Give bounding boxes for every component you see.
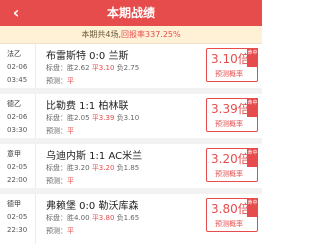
match-meta: 法乙 02-06 03:45 xyxy=(0,44,36,88)
odds-card: 3.10倍 预测概率 命中 xyxy=(206,48,258,82)
prediction-label: 预测： xyxy=(46,227,67,235)
hit-badge: 命中 xyxy=(247,148,258,167)
odds-line: 标盘：胜4.00 平3.80 负1.65 xyxy=(46,213,139,223)
prediction-line: 预测：平 xyxy=(46,126,74,136)
match-info: 比勒费 1:1 柏林联 标盘：胜2.05 平3.39 负3.10 预测：平 xyxy=(46,94,196,138)
match-info: 布雷斯特 0:0 兰斯 标盘：胜2.62 平3.10 负2.75 预测：平 xyxy=(46,44,196,88)
odds-line: 标盘：胜2.05 平3.39 负3.10 xyxy=(46,113,139,123)
odds-prefix: 标盘：胜4.00 xyxy=(46,214,92,222)
odds-suffix: 负1.85 xyxy=(114,164,140,172)
match-meta: 德甲 02-05 22:30 xyxy=(0,194,36,244)
odds-suffix: 负2.75 xyxy=(114,64,140,72)
card-label: 预测概率 xyxy=(215,170,243,178)
match-date: 02-05 xyxy=(7,213,28,221)
prediction-line: 预测：平 xyxy=(46,176,74,186)
league-label: 意甲 xyxy=(7,150,21,158)
odds-hit: 平3.39 xyxy=(91,114,115,122)
league-label: 法乙 xyxy=(7,50,21,58)
summary-banner: 本期共4场,回报率337.25% xyxy=(0,26,262,44)
odds-suffix: 负3.10 xyxy=(114,114,140,122)
match-time: 03:30 xyxy=(7,126,28,134)
odds-line: 标盘：胜2.62 平3.10 负2.75 xyxy=(46,63,139,73)
match-list: 法乙 02-06 03:45 布雷斯特 0:0 兰斯 标盘：胜2.62 平3.1… xyxy=(0,44,262,244)
odds-suffix: 负1.65 xyxy=(114,214,140,222)
prediction-value: 平 xyxy=(67,227,74,235)
odds-hit: 平3.10 xyxy=(91,64,115,72)
card-label: 预测概率 xyxy=(215,120,243,128)
prediction-line: 预测：平 xyxy=(46,76,74,86)
odds-line: 标盘：胜3.20 平3.20 负1.85 xyxy=(46,163,139,173)
prediction-label: 预测： xyxy=(46,177,67,185)
odds-prefix: 标盘：胜2.05 xyxy=(46,114,92,122)
match-row[interactable]: 德乙 02-06 03:30 比勒费 1:1 柏林联 标盘：胜2.05 平3.3… xyxy=(0,94,262,144)
header-bar: ‹ 本期战绩 xyxy=(0,0,262,26)
odds-prefix: 标盘：胜2.62 xyxy=(46,64,92,72)
match-info: 乌迪内斯 1:1 AC米兰 标盘：胜3.20 平3.20 负1.85 预测：平 xyxy=(46,144,196,188)
prediction-label: 预测： xyxy=(46,127,67,135)
match-info: 弗赖堡 0:0 勒沃库森 标盘：胜4.00 平3.80 负1.65 预测：平 xyxy=(46,194,196,244)
match-meta: 意甲 02-05 22:00 xyxy=(0,144,36,188)
hit-badge: 命中 xyxy=(247,98,258,117)
teams-score: 弗赖堡 0:0 勒沃库森 xyxy=(46,201,139,212)
card-odds: 3.39倍 xyxy=(211,102,250,116)
match-row[interactable]: 德甲 02-05 22:30 弗赖堡 0:0 勒沃库森 标盘：胜4.00 平3.… xyxy=(0,194,262,244)
hit-badge: 命中 xyxy=(247,198,258,217)
odds-prefix: 标盘：胜3.20 xyxy=(46,164,92,172)
odds-card: 3.20倍 预测概率 命中 xyxy=(206,148,258,182)
match-date: 02-05 xyxy=(7,163,28,171)
match-row[interactable]: 意甲 02-05 22:00 乌迪内斯 1:1 AC米兰 标盘：胜3.20 平3… xyxy=(0,144,262,194)
odds-card: 3.39倍 预测概率 命中 xyxy=(206,98,258,132)
page-title: 本期战绩 xyxy=(106,6,155,20)
back-chevron-icon[interactable]: ‹ xyxy=(6,0,26,26)
hit-badge: 命中 xyxy=(247,48,258,67)
card-odds: 3.10倍 xyxy=(211,52,250,66)
match-time: 22:00 xyxy=(7,176,28,184)
odds-card: 3.80倍 预测概率 命中 xyxy=(206,198,258,232)
match-row[interactable]: 法乙 02-06 03:45 布雷斯特 0:0 兰斯 标盘：胜2.62 平3.1… xyxy=(0,44,262,94)
card-label: 预测概率 xyxy=(215,70,243,78)
prediction-value: 平 xyxy=(67,127,74,135)
teams-score: 乌迪内斯 1:1 AC米兰 xyxy=(46,151,143,162)
odds-hit: 平3.80 xyxy=(91,214,115,222)
match-meta: 德乙 02-06 03:30 xyxy=(0,94,36,138)
odds-hit: 平3.20 xyxy=(91,164,115,172)
prediction-label: 预测： xyxy=(46,77,67,85)
league-label: 德乙 xyxy=(7,100,21,108)
prediction-line: 预测：平 xyxy=(46,226,74,236)
summary-prefix: 本期共4场, xyxy=(81,30,122,39)
league-label: 德甲 xyxy=(7,200,21,208)
match-time: 22:30 xyxy=(7,226,28,234)
match-date: 02-06 xyxy=(7,113,28,121)
prediction-value: 平 xyxy=(67,77,74,85)
card-odds: 3.20倍 xyxy=(211,152,250,166)
match-time: 03:45 xyxy=(7,76,28,84)
prediction-value: 平 xyxy=(67,177,74,185)
summary-highlight: 回报率337.25% xyxy=(121,30,181,39)
match-date: 02-06 xyxy=(7,63,28,71)
teams-score: 布雷斯特 0:0 兰斯 xyxy=(46,51,129,62)
teams-score: 比勒费 1:1 柏林联 xyxy=(46,101,129,112)
card-label: 预测概率 xyxy=(215,220,243,228)
card-odds: 3.80倍 xyxy=(211,202,250,216)
